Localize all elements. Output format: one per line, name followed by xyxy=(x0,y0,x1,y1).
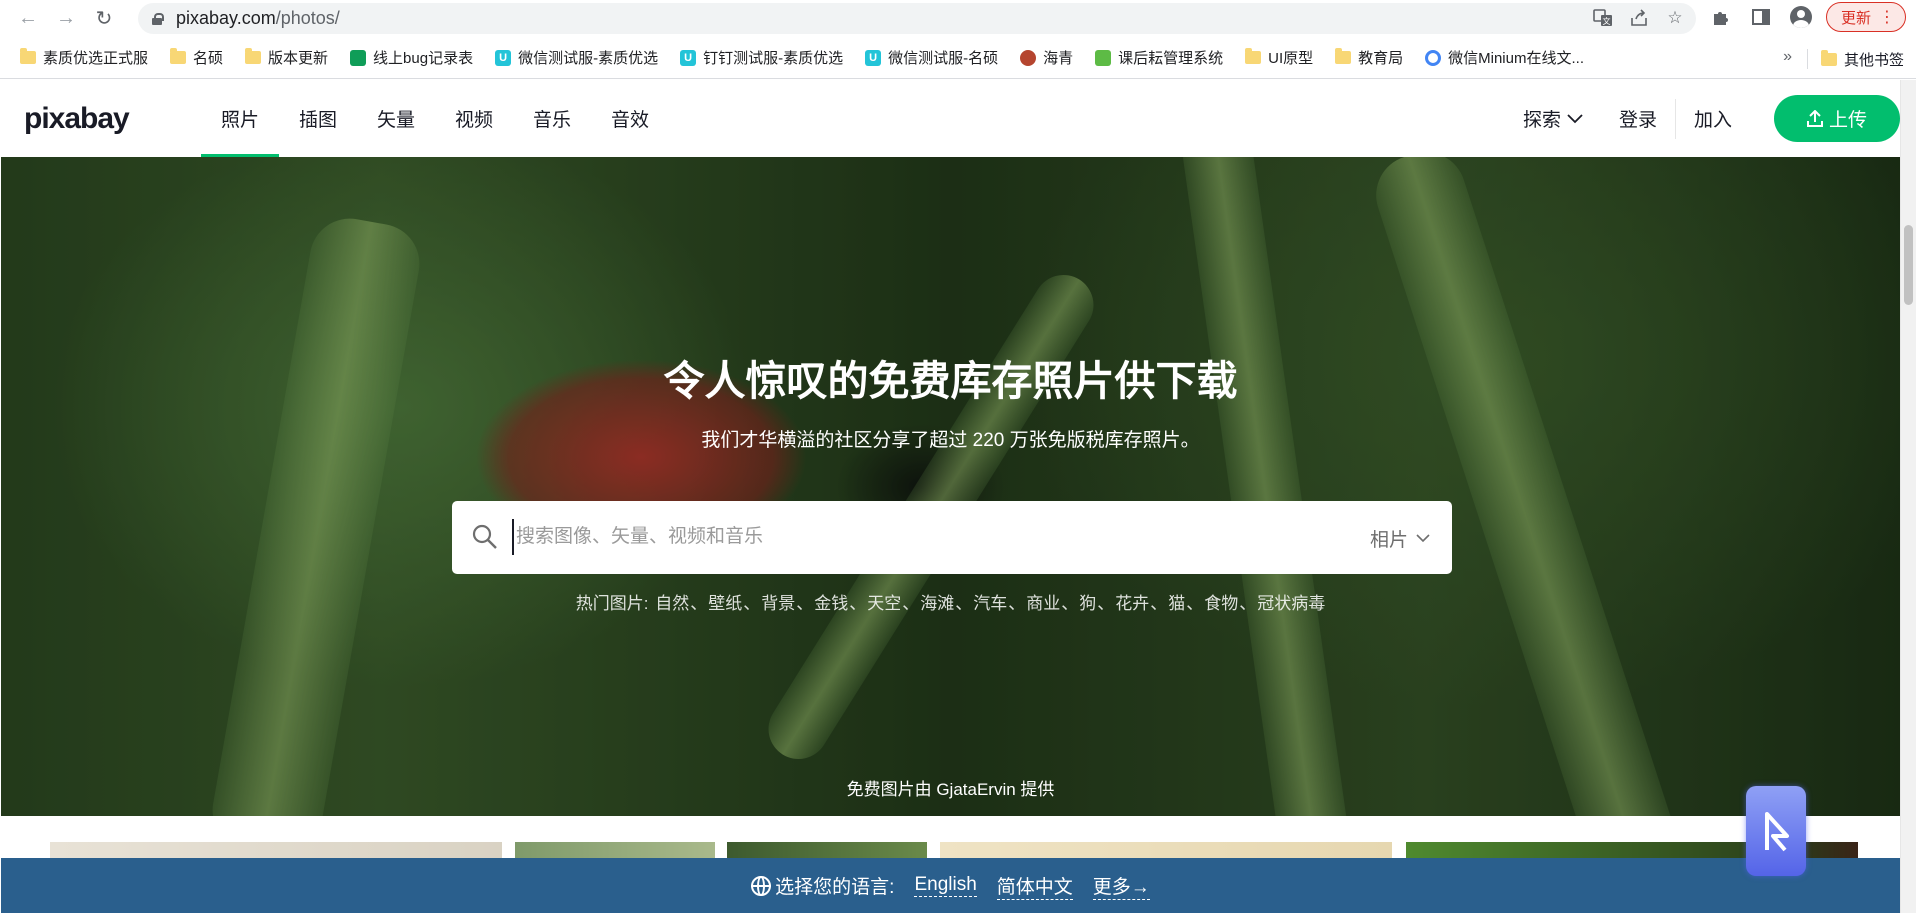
ring-icon xyxy=(1425,49,1442,66)
join-link[interactable]: 加入 xyxy=(1676,105,1750,132)
app-icon xyxy=(1095,49,1112,66)
login-link[interactable]: 登录 xyxy=(1601,105,1675,132)
bookmark-item[interactable]: 海青 xyxy=(1020,47,1073,68)
profile-icon[interactable] xyxy=(1786,2,1816,32)
tab-music[interactable]: 音乐 xyxy=(513,80,591,157)
folder-icon xyxy=(245,48,262,64)
explore-menu[interactable]: 探索 xyxy=(1505,105,1601,132)
popular-tag[interactable]: 壁纸 xyxy=(708,594,742,613)
side-panel-icon[interactable] xyxy=(1746,2,1776,32)
share-icon[interactable] xyxy=(1628,7,1650,29)
bookmark-item[interactable]: 素质优选正式服 xyxy=(20,47,148,68)
tab-videos[interactable]: 视频 xyxy=(435,80,513,157)
site-header: pixabay 照片 插图 矢量 视频 音乐 音效 探索 登录 加入 上传 xyxy=(0,80,1900,157)
bookmarks-divider xyxy=(1807,49,1808,69)
popular-tag[interactable]: 猫 xyxy=(1168,594,1185,613)
page-scrollbar[interactable] xyxy=(1900,80,1916,913)
update-button[interactable]: 更新 ⋮ xyxy=(1825,2,1906,32)
forward-arrow-icon[interactable]: → xyxy=(51,4,81,34)
folder-icon xyxy=(1245,48,1262,64)
tab-vectors[interactable]: 矢量 xyxy=(357,80,435,157)
bookmark-item[interactable]: 微信Minium在线文... xyxy=(1425,47,1584,68)
folder-icon xyxy=(170,48,187,64)
popular-tag[interactable]: 背景 xyxy=(761,594,795,613)
bookmark-item[interactable]: 版本更新 xyxy=(245,47,328,68)
u-app-icon: U xyxy=(495,49,512,66)
tab-sound-effects[interactable]: 音效 xyxy=(591,80,669,157)
bookmark-item[interactable]: 教育局 xyxy=(1335,47,1403,68)
search-type-dropdown[interactable]: 相片 xyxy=(1370,525,1430,552)
star-icon[interactable]: ☆ xyxy=(1664,7,1686,29)
search-icon[interactable] xyxy=(471,523,499,551)
badge-icon xyxy=(1020,49,1037,66)
media-type-tabs: 照片 插图 矢量 视频 音乐 音效 xyxy=(201,80,669,157)
scrollbar-thumb[interactable] xyxy=(1904,225,1913,305)
language-more-link[interactable]: 更多→ xyxy=(1092,872,1150,900)
svg-text:文: 文 xyxy=(1603,16,1611,26)
chevron-down-icon xyxy=(1567,113,1583,123)
hero-banner: 令人惊叹的免费库存照片供下载 我们才华横溢的社区分享了超过 220 万张免版税库… xyxy=(1,157,1900,816)
popular-tag[interactable]: 食物 xyxy=(1204,594,1238,613)
folder-icon xyxy=(20,48,36,64)
back-arrow-icon[interactable]: ← xyxy=(13,4,43,34)
popular-tag[interactable]: 金钱 xyxy=(814,594,848,613)
popular-tag[interactable]: 汽车 xyxy=(973,594,1007,613)
popular-tag[interactable]: 狗 xyxy=(1079,594,1096,613)
u-app-icon: U xyxy=(865,49,882,66)
search-input[interactable] xyxy=(512,519,1272,555)
browser-toolbar: ← → ↻ pixabay.com/photos/ 文 ☆ 更新 ⋮ xyxy=(0,0,1916,37)
translate-icon[interactable]: 文 xyxy=(1592,7,1614,29)
popular-searches: 热门图片: 自然、壁纸、背景、金钱、天空、海滩、汽车、商业、狗、花卉、猫、食物、… xyxy=(575,594,1326,613)
bookmark-item[interactable]: 名硕 xyxy=(170,47,223,68)
popular-tag[interactable]: 商业 xyxy=(1026,594,1060,613)
folder-icon xyxy=(1335,48,1352,64)
other-bookmarks[interactable]: 其他书签 xyxy=(1820,49,1904,70)
language-option-english[interactable]: English xyxy=(914,874,977,897)
upload-button[interactable]: 上传 xyxy=(1774,95,1900,142)
globe-icon xyxy=(751,875,772,896)
bookmark-item[interactable]: 线上bug记录表 xyxy=(350,47,473,68)
lock-icon xyxy=(152,12,164,25)
reload-icon[interactable]: ↻ xyxy=(89,4,119,34)
language-bar: 选择您的语言: English 简体中文 更多→ xyxy=(1,858,1900,913)
more-bookmarks-chevron-icon[interactable]: » xyxy=(1783,48,1792,66)
sheet-icon xyxy=(350,49,367,66)
bookmark-item[interactable]: U 微信测试服-素质优选 xyxy=(495,47,658,68)
popular-tag[interactable]: 天空 xyxy=(867,594,901,613)
popular-tag[interactable]: 冠状病毒 xyxy=(1257,594,1325,613)
popular-tag[interactable]: 自然 xyxy=(655,594,689,613)
hero-subtitle: 我们才华横溢的社区分享了超过 220 万张免版税库存照片。 xyxy=(701,430,1200,451)
bookmark-item[interactable]: U 钉钉测试服-素质优选 xyxy=(680,47,843,68)
more-vert-icon: ⋮ xyxy=(1879,9,1895,26)
bookmark-item[interactable]: U 微信测试服-名硕 xyxy=(865,47,998,68)
tab-photos[interactable]: 照片 xyxy=(201,80,279,157)
language-option-chinese[interactable]: 简体中文 xyxy=(996,872,1073,900)
extensions-puzzle-icon[interactable] xyxy=(1706,2,1736,32)
popular-tag[interactable]: 花卉 xyxy=(1115,594,1149,613)
bookmarks-bar: 素质优选正式服 名硕 版本更新 线上bug记录表 U 微信测试服-素质优选 U 钉钉… xyxy=(0,37,1916,79)
search-box: 相片 xyxy=(452,501,1452,574)
chevron-down-icon xyxy=(1416,534,1430,543)
u-app-icon: U xyxy=(680,49,697,66)
tab-illustrations[interactable]: 插图 xyxy=(279,80,357,157)
bookmark-item[interactable]: 课后耘管理系统 xyxy=(1095,47,1223,68)
language-label: 选择您的语言: xyxy=(751,872,894,899)
popular-tag[interactable]: 海滩 xyxy=(920,594,954,613)
image-credit[interactable]: 免费图片由 GjataErvin 提供 xyxy=(1,775,1900,800)
pixabay-logo[interactable]: pixabay xyxy=(24,102,130,136)
popular-label: 热门图片: xyxy=(575,594,649,613)
bookmark-item[interactable]: UI原型 xyxy=(1245,47,1313,68)
upload-icon xyxy=(1806,109,1823,127)
url-text: pixabay.com/photos/ xyxy=(176,8,340,28)
folder-icon xyxy=(1820,50,1837,66)
address-bar[interactable]: pixabay.com/photos/ 文 ☆ xyxy=(138,3,1696,34)
hero-title: 令人惊叹的免费库存照片供下载 xyxy=(663,358,1238,404)
